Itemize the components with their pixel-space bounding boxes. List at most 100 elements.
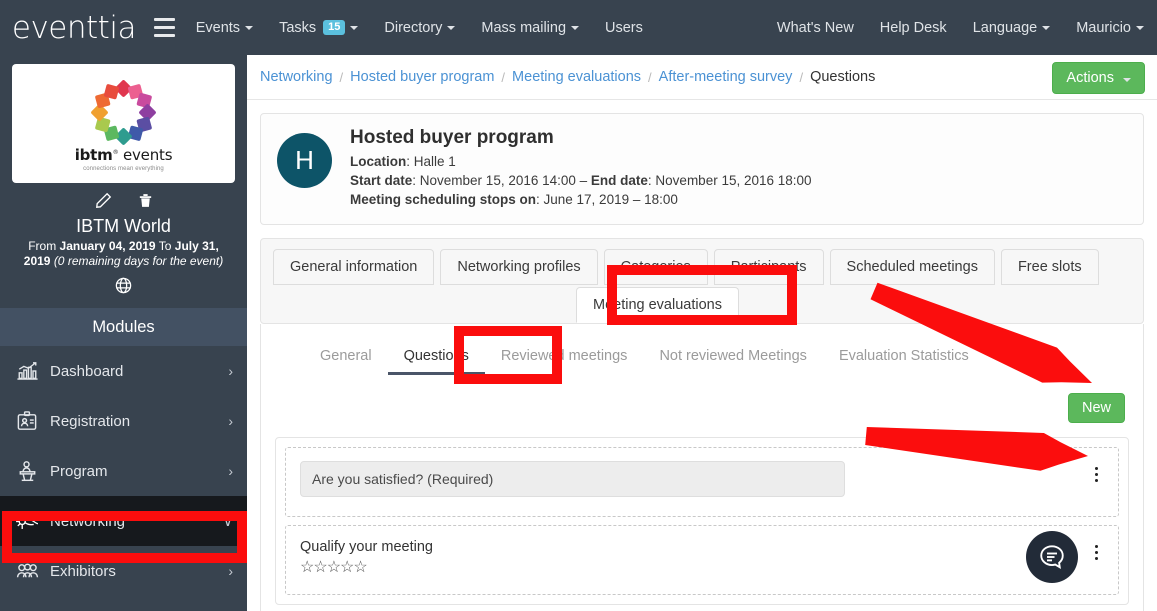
- sidebar-item-label: Registration: [44, 413, 228, 430]
- chevron-down-icon: [245, 26, 253, 30]
- tab-evaluation-statistics[interactable]: Evaluation Statistics: [823, 340, 985, 375]
- brand-logo[interactable]: eventtia: [0, 0, 154, 55]
- event-scheduling-stop: Meeting scheduling stops on: June 17, 20…: [350, 190, 812, 209]
- event-info-text: Hosted buyer program Location: Halle 1 S…: [350, 127, 812, 209]
- app-root: eventtia Events Tasks 15 Directory Mass …: [0, 0, 1157, 611]
- breadcrumb-separator: /: [333, 70, 351, 85]
- pencil-icon[interactable]: [94, 191, 113, 210]
- breadcrumb-item-networking[interactable]: Networking: [260, 69, 333, 85]
- tab-participants[interactable]: Participants: [714, 249, 824, 285]
- nav-item-mass-mailing[interactable]: Mass mailing: [468, 0, 592, 55]
- tab-categories[interactable]: Categories: [604, 249, 708, 285]
- sidebar-item-program[interactable]: Program ›: [0, 446, 247, 496]
- tab-general[interactable]: General: [304, 340, 388, 375]
- chevron-down-icon: [1136, 26, 1144, 30]
- sidebar-item-networking[interactable]: Networking ∨: [0, 496, 247, 546]
- trash-icon[interactable]: [137, 191, 154, 210]
- breadcrumb-item-meeting-evaluations[interactable]: Meeting evaluations: [512, 69, 641, 85]
- chat-support-button[interactable]: [1026, 531, 1078, 583]
- handshake-icon: [10, 510, 44, 533]
- event-remaining-days: (0 remaining days for the event): [54, 254, 223, 268]
- star-rating-icon[interactable]: ☆☆☆☆☆: [300, 557, 1088, 577]
- new-button-row: New: [275, 375, 1129, 423]
- new-button[interactable]: New: [1068, 393, 1125, 423]
- chevron-right-icon: ›: [228, 563, 233, 579]
- actions-button[interactable]: Actions: [1052, 62, 1145, 94]
- breadcrumb-separator: /: [641, 70, 659, 85]
- tab-free-slots[interactable]: Free slots: [1001, 249, 1099, 285]
- modules-header: Modules: [0, 308, 247, 346]
- sidebar: ibtm® events connections mean everything…: [0, 55, 247, 611]
- tab-bar: General information Networking profiles …: [260, 238, 1144, 324]
- brand-label: eventtia: [12, 10, 136, 46]
- tab-row-secondary: Meeting evaluations: [273, 287, 1131, 323]
- hamburger-icon[interactable]: [154, 15, 175, 41]
- chevron-down-icon: [571, 26, 579, 30]
- chevron-right-icon: ›: [228, 413, 233, 429]
- kebab-menu-icon[interactable]: [1088, 461, 1104, 482]
- questions-list: Are you satisfied? (Required) Qualify yo…: [275, 437, 1129, 605]
- tab-general-information[interactable]: General information: [273, 249, 434, 285]
- kebab-menu-icon[interactable]: [1088, 539, 1104, 560]
- top-nav-items: Events Tasks 15 Directory Mass mailing U…: [183, 0, 656, 55]
- question-text: Are you satisfied? (Required): [300, 461, 845, 497]
- list-item[interactable]: Qualify your meeting ☆☆☆☆☆: [285, 525, 1119, 595]
- logo-wordmark: ibtm® events: [75, 146, 173, 164]
- avatar: H: [277, 133, 332, 188]
- people-group-icon: [10, 561, 44, 582]
- nav-label: Events: [196, 20, 240, 36]
- nav-item-help-desk[interactable]: Help Desk: [867, 0, 960, 55]
- nav-label: Mauricio: [1076, 20, 1131, 36]
- event-website-link[interactable]: [0, 276, 247, 295]
- nav-label: Help Desk: [880, 20, 947, 36]
- nav-item-user-menu[interactable]: Mauricio: [1063, 0, 1157, 55]
- nav-label: Language: [973, 20, 1038, 36]
- tab-networking-profiles[interactable]: Networking profiles: [440, 249, 597, 285]
- breadcrumb-item-questions: Questions: [810, 69, 875, 85]
- tab-meeting-evaluations[interactable]: Meeting evaluations: [576, 287, 739, 323]
- breadcrumb: Networking / Hosted buyer program / Meet…: [247, 55, 1157, 100]
- breadcrumb-separator: /: [494, 70, 512, 85]
- tab-scheduled-meetings[interactable]: Scheduled meetings: [830, 249, 995, 285]
- nav-label: Users: [605, 20, 643, 36]
- event-date-range: From January 04, 2019 To July 31, 2019 (…: [0, 237, 247, 269]
- event-info-card: H Hosted buyer program Location: Halle 1…: [260, 113, 1144, 225]
- nav-item-users[interactable]: Users: [592, 0, 656, 55]
- chevron-down-icon: [1123, 78, 1131, 82]
- sidebar-item-registration[interactable]: Registration ›: [0, 396, 247, 446]
- nav-item-events[interactable]: Events: [183, 0, 266, 55]
- breadcrumb-item-hosted-buyer-program[interactable]: Hosted buyer program: [350, 69, 494, 85]
- top-navbar: eventtia Events Tasks 15 Directory Mass …: [0, 0, 1157, 55]
- top-nav-right: What's New Help Desk Language Mauricio: [764, 0, 1157, 55]
- sidebar-item-label: Dashboard: [44, 363, 228, 380]
- chevron-down-icon: [447, 26, 455, 30]
- nav-item-tasks[interactable]: Tasks 15: [266, 0, 371, 55]
- event-logo-tools: [0, 191, 247, 210]
- tab-reviewed-meetings[interactable]: Reviewed meetings: [485, 340, 644, 375]
- chevron-down-icon: [1042, 26, 1050, 30]
- nav-item-directory[interactable]: Directory: [371, 0, 468, 55]
- sidebar-item-label: Program: [44, 463, 228, 480]
- ibtm-logo-icon: [93, 82, 155, 144]
- breadcrumb-item-after-meeting-survey[interactable]: After-meeting survey: [659, 69, 793, 85]
- nav-label: Directory: [384, 20, 442, 36]
- tab-row-primary: General information Networking profiles …: [273, 249, 1131, 285]
- chevron-right-icon: ›: [228, 363, 233, 379]
- sidebar-item-exhibitors[interactable]: Exhibitors ›: [0, 546, 247, 596]
- question-text: Qualify your meeting: [300, 539, 1088, 555]
- tab-row-spacer: [273, 287, 576, 323]
- nav-item-language[interactable]: Language: [960, 0, 1064, 55]
- event-start-end: Start date: November 15, 2016 14:00 – En…: [350, 171, 812, 190]
- event-start-date: January 04, 2019: [60, 239, 156, 253]
- nav-item-whats-new[interactable]: What's New: [764, 0, 867, 55]
- breadcrumb-separator: /: [792, 70, 810, 85]
- sidebar-item-label: Networking: [44, 513, 223, 530]
- list-item[interactable]: Are you satisfied? (Required): [285, 447, 1119, 517]
- tab-not-reviewed-meetings[interactable]: Not reviewed Meetings: [643, 340, 823, 375]
- nav-label: Mass mailing: [481, 20, 566, 36]
- tab-questions[interactable]: Questions: [388, 340, 485, 375]
- chevron-down-icon: [350, 26, 358, 30]
- tasks-badge: 15: [323, 20, 345, 35]
- sidebar-item-dashboard[interactable]: Dashboard ›: [0, 346, 247, 396]
- id-badge-icon: [10, 410, 44, 433]
